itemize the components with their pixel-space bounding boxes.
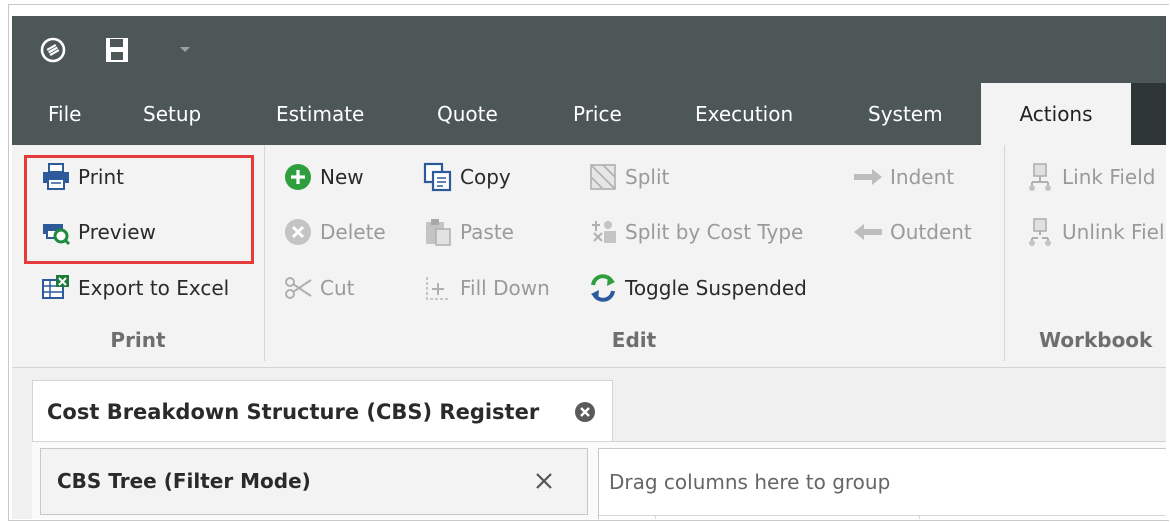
link-field-label: Link Field [1062,165,1156,189]
fill-down-button-label: Fill Down [460,276,550,300]
unlink-field-button[interactable]: Unlink Fiel [1024,212,1165,252]
preview-button-label: Preview [78,220,156,244]
document-tab[interactable]: Cost Breakdown Structure (CBS) Register [32,380,613,442]
floppy-save-icon[interactable] [100,16,134,83]
toggle-arrows-icon [587,272,619,304]
link-field-icon [1024,161,1056,193]
new-button-label: New [320,165,364,189]
workbook-group-label: Workbook [1039,328,1153,352]
document-tab-title: Cost Breakdown Structure (CBS) Register [47,400,540,424]
grid-column-divider[interactable] [919,515,920,519]
split-button-label: Split [625,165,670,189]
toggle-suspended-label: Toggle Suspended [625,276,807,300]
close-circle-icon[interactable] [573,400,597,424]
fill-down-button[interactable]: Fill Down [422,268,550,308]
title-bar [12,16,1166,83]
outdent-button-label: Outdent [890,220,972,244]
menu-execution[interactable]: Execution [695,83,793,145]
paste-button[interactable]: Paste [422,212,514,252]
indent-button-label: Indent [890,165,955,189]
printer-icon [40,161,72,193]
delete-button-label: Delete [320,220,386,244]
unlink-field-icon [1024,216,1056,248]
split-button[interactable]: Split [587,157,669,197]
export-to-excel-button[interactable]: Export to Excel [40,268,229,308]
split-icon [587,161,619,193]
outdent-button[interactable]: Outdent [852,212,972,252]
copy-button[interactable]: Copy [422,157,511,197]
print-preview-icon [40,216,72,248]
cut-button[interactable]: Cut [282,268,354,308]
document-body: CBS Tree (Filter Mode) Drag columns here… [32,441,1166,519]
menu-overflow-area [1131,83,1166,145]
link-field-button[interactable]: Link Field [1024,157,1155,197]
new-button[interactable]: New [282,157,364,197]
group-separator [1004,145,1005,361]
menu-estimate[interactable]: Estimate [276,83,364,145]
export-to-excel-label: Export to Excel [78,276,230,300]
copy-button-label: Copy [460,165,511,189]
panel-title: CBS Tree (Filter Mode) [57,469,311,493]
split-by-cost-type-button[interactable]: Split by Cost Type [587,212,803,252]
excel-export-icon [40,272,72,304]
menu-quote[interactable]: Quote [437,83,498,145]
delete-button[interactable]: Delete [282,212,386,252]
dropdown-arrow-icon[interactable] [174,16,196,83]
arrow-left-icon [852,216,884,248]
edit-group-label: Edit [611,328,657,352]
print-button-label: Print [78,165,125,189]
plus-circle-icon [282,161,314,193]
ribbon: Print Preview Export to Excel Print New … [12,145,1166,368]
arrow-right-icon [852,161,884,193]
print-group-label: Print [110,328,166,352]
app-window: File Setup Estimate Quote Price Executio… [12,16,1166,519]
indent-button[interactable]: Indent [852,157,954,197]
preview-button[interactable]: Preview [40,212,156,252]
split-cost-type-icon [587,216,619,248]
menu-file[interactable]: File [48,83,81,145]
cbs-tree-panel: CBS Tree (Filter Mode) [40,448,588,515]
menu-actions[interactable]: Actions [981,83,1131,145]
grid-header-line [599,515,1166,516]
paste-button-label: Paste [460,220,514,244]
group-by-area[interactable]: Drag columns here to group [609,449,890,515]
app-logo-icon[interactable] [36,16,70,83]
unlink-field-label: Unlink Fiel [1062,220,1165,244]
close-icon[interactable] [533,470,555,492]
clipboard-icon [422,216,454,248]
toggle-suspended-button[interactable]: Toggle Suspended [587,268,807,308]
data-grid: Drag columns here to group [598,448,1166,519]
menu-setup[interactable]: Setup [143,83,201,145]
fill-down-icon [422,272,454,304]
scissors-icon [282,272,314,304]
grid-column-divider[interactable] [655,515,656,519]
menu-bar: File Setup Estimate Quote Price Executio… [12,83,1166,145]
document-area: Cost Breakdown Structure (CBS) Register … [12,368,1166,519]
menu-system[interactable]: System [868,83,943,145]
split-by-cost-type-label: Split by Cost Type [625,220,804,244]
print-button[interactable]: Print [40,157,124,197]
cut-button-label: Cut [320,276,355,300]
copy-icon [422,161,454,193]
menu-price[interactable]: Price [573,83,622,145]
x-circle-icon [282,216,314,248]
